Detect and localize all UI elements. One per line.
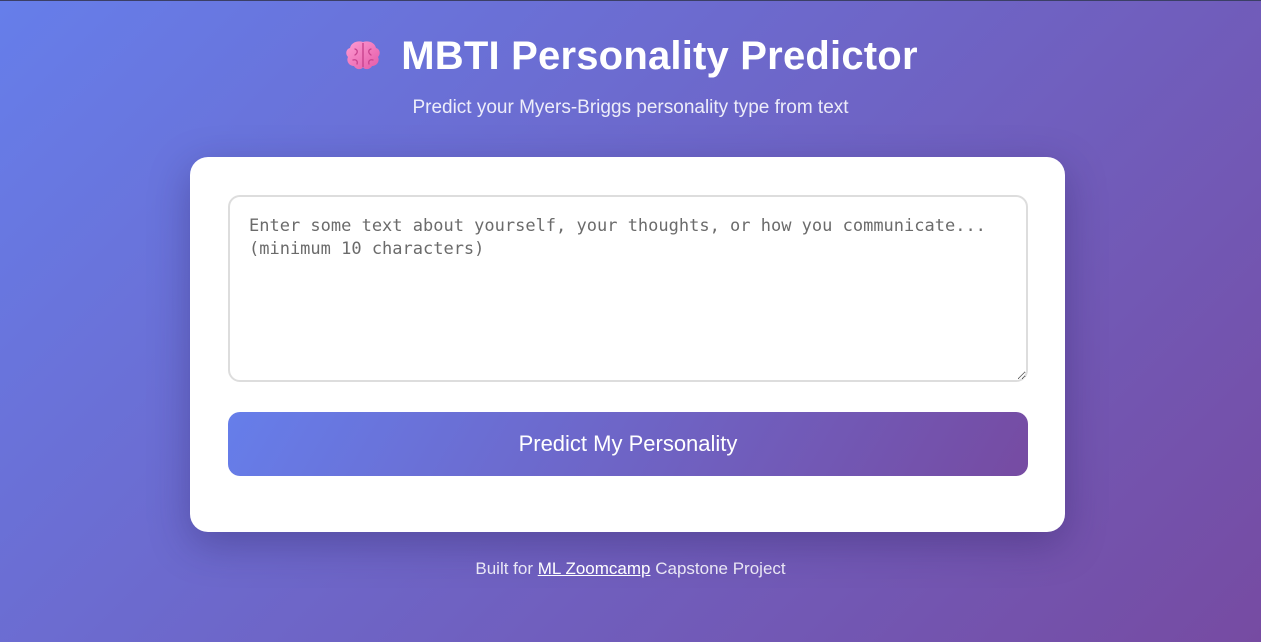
page-subtitle: Predict your Myers-Briggs personality ty… <box>412 97 849 118</box>
personality-text-input[interactable] <box>228 195 1028 382</box>
brain-icon <box>343 36 383 76</box>
footer-suffix: Capstone Project <box>655 559 786 578</box>
footer-prefix: Built for <box>475 559 534 578</box>
text-input-wrapper <box>228 195 1028 382</box>
prediction-card: Predict My Personality <box>190 157 1065 532</box>
page-title: MBTI Personality Predictor <box>0 34 1261 78</box>
title-text: MBTI Personality Predictor <box>401 34 918 78</box>
predict-button[interactable]: Predict My Personality <box>228 412 1028 476</box>
footer: Built for ML Zoomcamp Capstone Project <box>0 559 1261 579</box>
ml-zoomcamp-link[interactable]: ML Zoomcamp <box>538 559 651 578</box>
